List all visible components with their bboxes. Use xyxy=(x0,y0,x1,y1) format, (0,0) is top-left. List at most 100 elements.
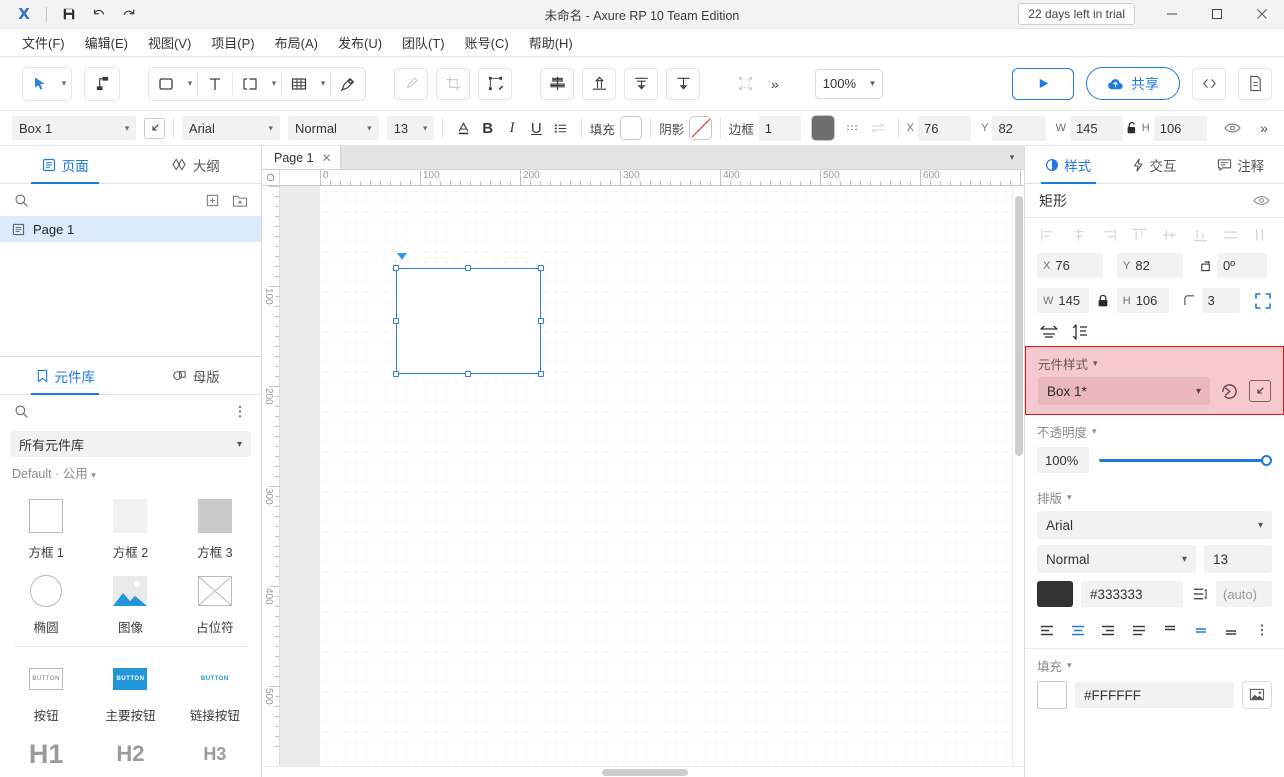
transform-icon[interactable] xyxy=(478,68,512,100)
border-style-icon[interactable] xyxy=(841,116,865,140)
minimize-button[interactable] xyxy=(1149,0,1194,29)
add-folder-icon[interactable] xyxy=(229,189,251,211)
font-family-select[interactable]: Arial ▾ xyxy=(182,116,280,140)
text-color-icon[interactable] xyxy=(451,116,475,140)
ruler-origin-button[interactable] xyxy=(262,170,280,186)
widget-heading-1[interactable]: H1 标题 1 xyxy=(4,728,88,777)
opacity-section-label[interactable]: 不透明度 ▾ xyxy=(1025,415,1284,445)
share-button[interactable]: 共享 xyxy=(1086,67,1180,100)
library-menu-kebab-icon[interactable] xyxy=(229,400,251,422)
align-center-horizontal-icon[interactable] xyxy=(1067,224,1089,246)
text-tool-icon[interactable] xyxy=(198,68,232,100)
undo-icon[interactable] xyxy=(85,2,113,26)
menu-edit[interactable]: 编辑(E) xyxy=(75,29,138,56)
crop-icon[interactable] xyxy=(436,68,470,100)
toolbar-overflow-button[interactable]: » xyxy=(762,69,787,99)
opacity-value-field[interactable]: 100% xyxy=(1037,447,1089,473)
corner-radius-field[interactable]: 3 xyxy=(1202,288,1241,313)
resize-handle[interactable] xyxy=(465,265,471,271)
y-field[interactable]: Y 82 xyxy=(1117,253,1183,278)
visibility-eye-icon[interactable] xyxy=(1221,116,1245,140)
menu-team[interactable]: 团队(T) xyxy=(392,29,455,56)
tab-libraries[interactable]: 元件库 xyxy=(0,357,131,394)
widget-link-button[interactable]: BUTTON 链接按钮 xyxy=(173,653,257,728)
distribute-horizontal-icon[interactable] xyxy=(624,68,658,100)
tab-interactions[interactable]: 交互 xyxy=(1111,146,1197,183)
w-field[interactable]: 145 xyxy=(1070,116,1123,141)
fill-color-swatch[interactable] xyxy=(1037,681,1067,709)
tab-pages[interactable]: 页面 xyxy=(0,146,131,183)
scrollbar-thumb[interactable] xyxy=(1015,196,1023,456)
maximize-button[interactable] xyxy=(1194,0,1239,29)
align-middle-vertical-icon[interactable] xyxy=(1159,224,1181,246)
menu-view[interactable]: 视图(V) xyxy=(138,29,201,56)
fill-color-swatch[interactable] xyxy=(620,116,643,140)
apply-style-icon[interactable] xyxy=(1220,382,1239,401)
text-valign-bottom-icon[interactable] xyxy=(1221,620,1241,640)
font-weight-select[interactable]: Normal ▾ xyxy=(1037,545,1196,573)
library-select[interactable]: 所有元件库 ▾ xyxy=(10,431,251,457)
align-left-icon[interactable] xyxy=(1037,224,1059,246)
text-align-justify-icon[interactable] xyxy=(1129,620,1149,640)
close-icon[interactable]: ✕ xyxy=(322,151,332,165)
code-icon[interactable] xyxy=(1192,68,1226,100)
pen-tool-icon[interactable] xyxy=(331,68,365,100)
trial-badge[interactable]: 22 days left in trial xyxy=(1018,3,1135,25)
table-tool-chevron-down-icon[interactable]: ▾ xyxy=(316,68,330,100)
aspect-ratio-unlock-icon[interactable] xyxy=(1123,116,1142,140)
axure-logo-icon[interactable]: X xyxy=(10,2,38,26)
resize-handle[interactable] xyxy=(465,371,471,377)
stylebar-overflow-button[interactable]: » xyxy=(1251,113,1276,143)
font-family-select[interactable]: Arial ▾ xyxy=(1037,511,1272,539)
menu-publish[interactable]: 发布(U) xyxy=(328,29,392,56)
underline-icon[interactable]: U xyxy=(524,116,548,140)
eyedropper-icon[interactable] xyxy=(394,68,428,100)
dynamic-panel-chevron-down-icon[interactable]: ▾ xyxy=(267,68,281,100)
align-top-icon[interactable] xyxy=(1128,224,1150,246)
widget-placeholder[interactable]: 占位符 xyxy=(173,565,257,640)
text-align-left-icon[interactable] xyxy=(1037,620,1057,640)
widget-image[interactable]: 图像 xyxy=(88,565,172,640)
widget-ellipse[interactable]: 椭圆 xyxy=(4,565,88,640)
select-cursor-icon[interactable] xyxy=(23,68,57,100)
widget-name-select[interactable]: Box 1 ▾ xyxy=(12,116,136,140)
widget-heading-3[interactable]: H3 标题 3 xyxy=(173,728,257,777)
text-color-swatch[interactable] xyxy=(1037,581,1073,607)
shadow-none-swatch[interactable] xyxy=(689,116,712,140)
corner-select-icon[interactable] xyxy=(1254,292,1272,310)
widget-box-3[interactable]: 方框 3 xyxy=(173,490,257,565)
font-size-select[interactable]: 13 ▾ xyxy=(387,116,435,140)
x-field[interactable]: 76 xyxy=(918,116,971,141)
close-button[interactable] xyxy=(1239,0,1284,29)
aspect-ratio-lock-icon[interactable] xyxy=(1097,294,1109,308)
widget-box-2[interactable]: 方框 2 xyxy=(88,490,172,565)
tab-notes[interactable]: 注释 xyxy=(1198,146,1284,183)
tab-outline[interactable]: 大纲 xyxy=(131,146,262,183)
preview-button[interactable] xyxy=(1012,68,1074,100)
rectangle-tool-chevron-down-icon[interactable]: ▾ xyxy=(183,68,197,100)
dynamic-panel-tool-icon[interactable] xyxy=(233,68,267,100)
fill-hex-field[interactable]: #FFFFFF xyxy=(1075,682,1234,708)
resize-handle[interactable] xyxy=(393,371,399,377)
menu-file[interactable]: 文件(F) xyxy=(12,29,75,56)
tab-style[interactable]: 样式 xyxy=(1025,146,1111,183)
text-options-kebab-icon[interactable] xyxy=(1252,620,1272,640)
select-tool-chevron-down-icon[interactable]: ▾ xyxy=(57,68,71,100)
menu-account[interactable]: 账号(C) xyxy=(455,29,519,56)
text-valign-middle-icon[interactable] xyxy=(1191,620,1211,640)
align-top-icon[interactable] xyxy=(582,68,616,100)
line-height-icon[interactable] xyxy=(1191,586,1208,602)
resize-handle[interactable] xyxy=(538,371,544,377)
widget-heading-2[interactable]: H2 标题 2 xyxy=(88,728,172,777)
design-canvas[interactable] xyxy=(280,186,1012,766)
shape-visibility-eye-icon[interactable] xyxy=(1253,194,1270,207)
align-right-icon[interactable] xyxy=(1098,224,1120,246)
menu-layout[interactable]: 布局(A) xyxy=(265,29,328,56)
widget-button[interactable]: BUTTON 按钮 xyxy=(4,653,88,728)
rotation-handle-icon[interactable] xyxy=(397,253,407,260)
redo-icon[interactable] xyxy=(115,2,143,26)
w-field[interactable]: W 145 xyxy=(1037,288,1089,313)
text-align-right-icon[interactable] xyxy=(1098,620,1118,640)
page-tabs-chevron-down-icon[interactable]: ▾ xyxy=(1000,146,1024,169)
opacity-slider[interactable] xyxy=(1099,452,1272,468)
